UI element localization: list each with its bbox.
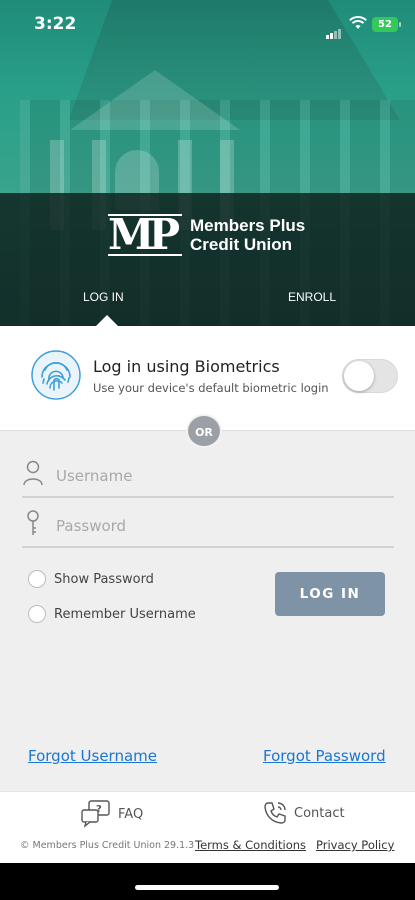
password-field [22, 506, 394, 548]
user-icon [23, 460, 43, 486]
or-divider: OR [186, 414, 222, 448]
status-time: 3:22 [34, 14, 77, 34]
cellular-signal-icon [326, 20, 342, 39]
fingerprint-icon [31, 350, 81, 400]
forgot-password-link[interactable]: Forgot Password [263, 747, 386, 765]
password-input[interactable] [56, 512, 386, 540]
username-input[interactable] [56, 462, 386, 490]
remember-username-radio[interactable] [28, 605, 46, 623]
contact-label: Contact [294, 805, 345, 821]
faq-button[interactable]: ? FAQ [80, 800, 143, 828]
tab-enroll[interactable]: ENROLL [288, 290, 336, 304]
remember-username-option[interactable]: Remember Username [28, 605, 196, 623]
logo-line1: Members Plus [190, 216, 306, 235]
faq-label: FAQ [118, 806, 144, 822]
remember-username-label: Remember Username [54, 606, 196, 622]
key-icon [27, 510, 39, 535]
home-indicator[interactable] [135, 885, 279, 890]
show-password-label: Show Password [54, 571, 154, 587]
privacy-link[interactable]: Privacy Policy [316, 838, 394, 852]
phone-icon [264, 802, 286, 824]
terms-link[interactable]: Terms & Conditions [195, 838, 306, 852]
login-button[interactable]: LOG IN [275, 572, 385, 616]
contact-button[interactable]: Contact [262, 800, 345, 826]
username-field [22, 456, 394, 498]
show-password-option[interactable]: Show Password [28, 570, 154, 588]
status-bar: 3:22 52 [0, 0, 415, 52]
toggle-knob [344, 361, 374, 391]
biometrics-subtitle: Use your device's default biometric logi… [93, 381, 329, 395]
home-indicator-area [0, 863, 415, 900]
wifi-icon [349, 16, 367, 29]
logo-text: Members Plus Credit Union [190, 216, 305, 254]
tab-login[interactable]: LOG IN [83, 290, 124, 304]
forgot-username-link[interactable]: Forgot Username [28, 747, 157, 765]
show-password-radio[interactable] [28, 570, 46, 588]
footer [0, 791, 415, 863]
biometrics-title: Log in using Biometrics [93, 357, 280, 376]
copyright-text: © Members Plus Credit Union 29.1.3 [20, 840, 195, 851]
faq-chat-icon: ? [81, 800, 110, 828]
battery-icon: 52 [372, 17, 401, 32]
active-tab-indicator [96, 315, 118, 326]
logo-line2: Credit Union [190, 235, 292, 254]
brand-logo: MP Members Plus Credit Union [108, 210, 308, 260]
biometrics-toggle[interactable] [342, 359, 398, 393]
logo-mark: MP [108, 210, 184, 260]
